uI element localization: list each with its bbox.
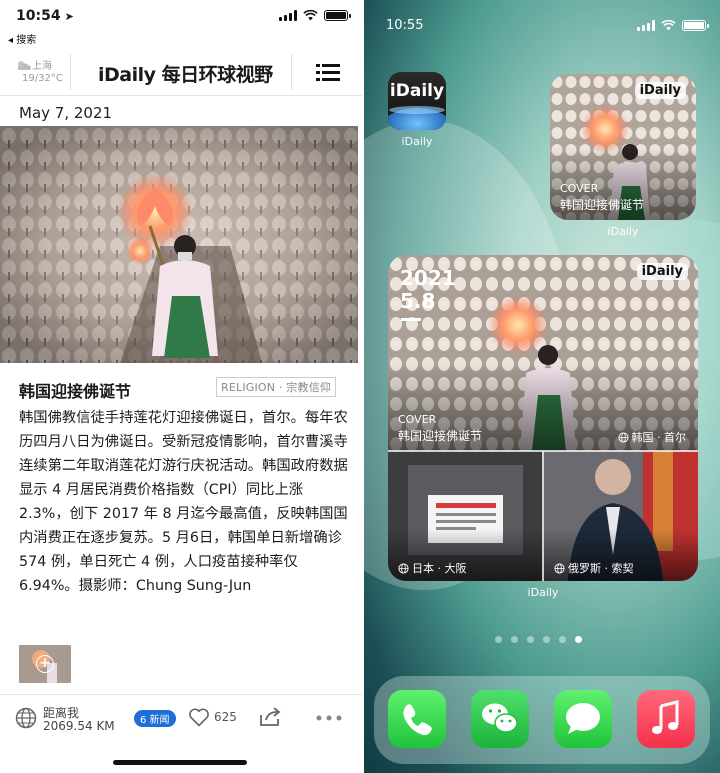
- back-to-search-link[interactable]: ◂ 搜索: [8, 31, 36, 46]
- header-divider: [70, 54, 71, 90]
- article-title: 韩国迎接佛诞节: [19, 382, 132, 401]
- widget-badge: iDaily: [634, 82, 686, 99]
- lantern-photo-image: [0, 126, 358, 363]
- idaily-small-widget[interactable]: iDaily COVER 韩国迎接佛诞节: [550, 74, 696, 220]
- list-menu-icon[interactable]: [316, 64, 340, 81]
- status-time: 10:54 ➤: [16, 8, 74, 24]
- zoom-plus-icon: +: [36, 655, 54, 673]
- page-indicator[interactable]: [495, 636, 582, 643]
- cover-location: 韩国 · 首尔: [617, 429, 686, 445]
- battery-icon: [682, 20, 709, 31]
- distance-value: 2069.54 KM: [43, 719, 115, 733]
- cellular-signal-icon: [637, 20, 655, 31]
- bottom-toolbar: 距离我 2069.54 KM 6 新闻 625: [0, 694, 362, 744]
- more-icon[interactable]: [316, 715, 342, 721]
- page-dot[interactable]: [527, 636, 534, 643]
- globe-icon: [554, 562, 565, 574]
- article-body: 韩国佛教信徒手持莲花灯迎接佛诞日，首尔。每年农历四月八日为佛诞日。受新冠疫情影响…: [19, 410, 348, 594]
- app-title: iDaily 每日环球视野: [98, 64, 273, 86]
- page-dot[interactable]: [543, 636, 550, 643]
- cellular-signal-icon: [279, 10, 297, 21]
- category-tag[interactable]: RELIGION · 宗教信仰: [216, 377, 337, 397]
- cover-label: COVER: [560, 182, 599, 195]
- globe-icon: [398, 562, 409, 574]
- page-dot[interactable]: [511, 636, 518, 643]
- phone-app[interactable]: [388, 690, 446, 748]
- page-dot[interactable]: [495, 636, 502, 643]
- weather-city: 上海: [32, 61, 52, 72]
- messages-icon: [566, 703, 600, 734]
- idaily-app-icon[interactable]: iDaily: [388, 72, 446, 130]
- widget-badge: iDaily: [636, 263, 688, 280]
- messages-app[interactable]: [554, 690, 612, 748]
- share-icon[interactable]: [258, 706, 282, 728]
- cover-title: 韩国迎接佛诞节: [560, 198, 645, 212]
- wifi-icon: [303, 10, 318, 21]
- status-bar: 10:54 ➤: [0, 0, 362, 30]
- cover-label: COVER: [398, 413, 437, 426]
- idaily-large-widget[interactable]: iDaily 2021 5.8 COVER 韩国迎接佛诞节 韩国 · 首尔 日本 …: [388, 255, 698, 581]
- weather-temp: 19/32°C: [22, 73, 63, 84]
- cover-photo[interactable]: [0, 126, 358, 363]
- widget-date: 2021 5.8: [400, 266, 456, 313]
- status-icons: [637, 20, 709, 31]
- app-header: 上海 19/32°C iDaily 每日环球视野: [0, 48, 362, 96]
- page-dot[interactable]: [559, 636, 566, 643]
- wechat-app[interactable]: [471, 690, 529, 748]
- idaily-app-screen: 10:54 ➤ ◂ 搜索 上海 19/32°C iDaily 每日环球视野 May…: [0, 0, 362, 773]
- partly-cloudy-icon: [17, 61, 31, 70]
- widget-label: iDaily: [527, 586, 559, 599]
- music-app[interactable]: [637, 690, 695, 748]
- wechat-icon: [482, 703, 518, 733]
- photo-thumbnail[interactable]: +: [19, 645, 71, 683]
- cover-title: 韩国迎接佛诞节: [398, 429, 483, 443]
- globe-icon: [617, 431, 629, 443]
- status-icons: [279, 10, 351, 21]
- home-screen: 10:55 iDaily iDaily iDaily COVER 韩国迎接佛诞节…: [364, 0, 720, 773]
- issue-date: May 7, 2021: [19, 104, 113, 122]
- news-count-badge[interactable]: 6 新闻: [134, 710, 176, 727]
- wifi-icon: [661, 20, 676, 31]
- dock: [374, 676, 710, 764]
- globe-icon[interactable]: [15, 707, 37, 729]
- item-location: 日本 · 大阪: [398, 560, 467, 576]
- home-indicator[interactable]: [113, 760, 247, 765]
- phone-icon: [403, 704, 432, 736]
- widget-label: iDaily: [607, 225, 639, 238]
- heart-icon[interactable]: [188, 707, 210, 727]
- status-time: 10:55: [386, 18, 424, 33]
- date-underline: [401, 318, 421, 321]
- battery-icon: [324, 10, 351, 21]
- page-dot[interactable]: [575, 636, 582, 643]
- app-label: iDaily: [401, 135, 433, 148]
- header-divider: [291, 54, 292, 90]
- music-icon: [652, 700, 679, 734]
- like-count: 625: [214, 710, 237, 724]
- app-icon-wordmark: iDaily: [389, 81, 445, 101]
- location-arrow-icon: ➤: [64, 10, 74, 23]
- item-location: 俄罗斯 · 索契: [554, 560, 634, 576]
